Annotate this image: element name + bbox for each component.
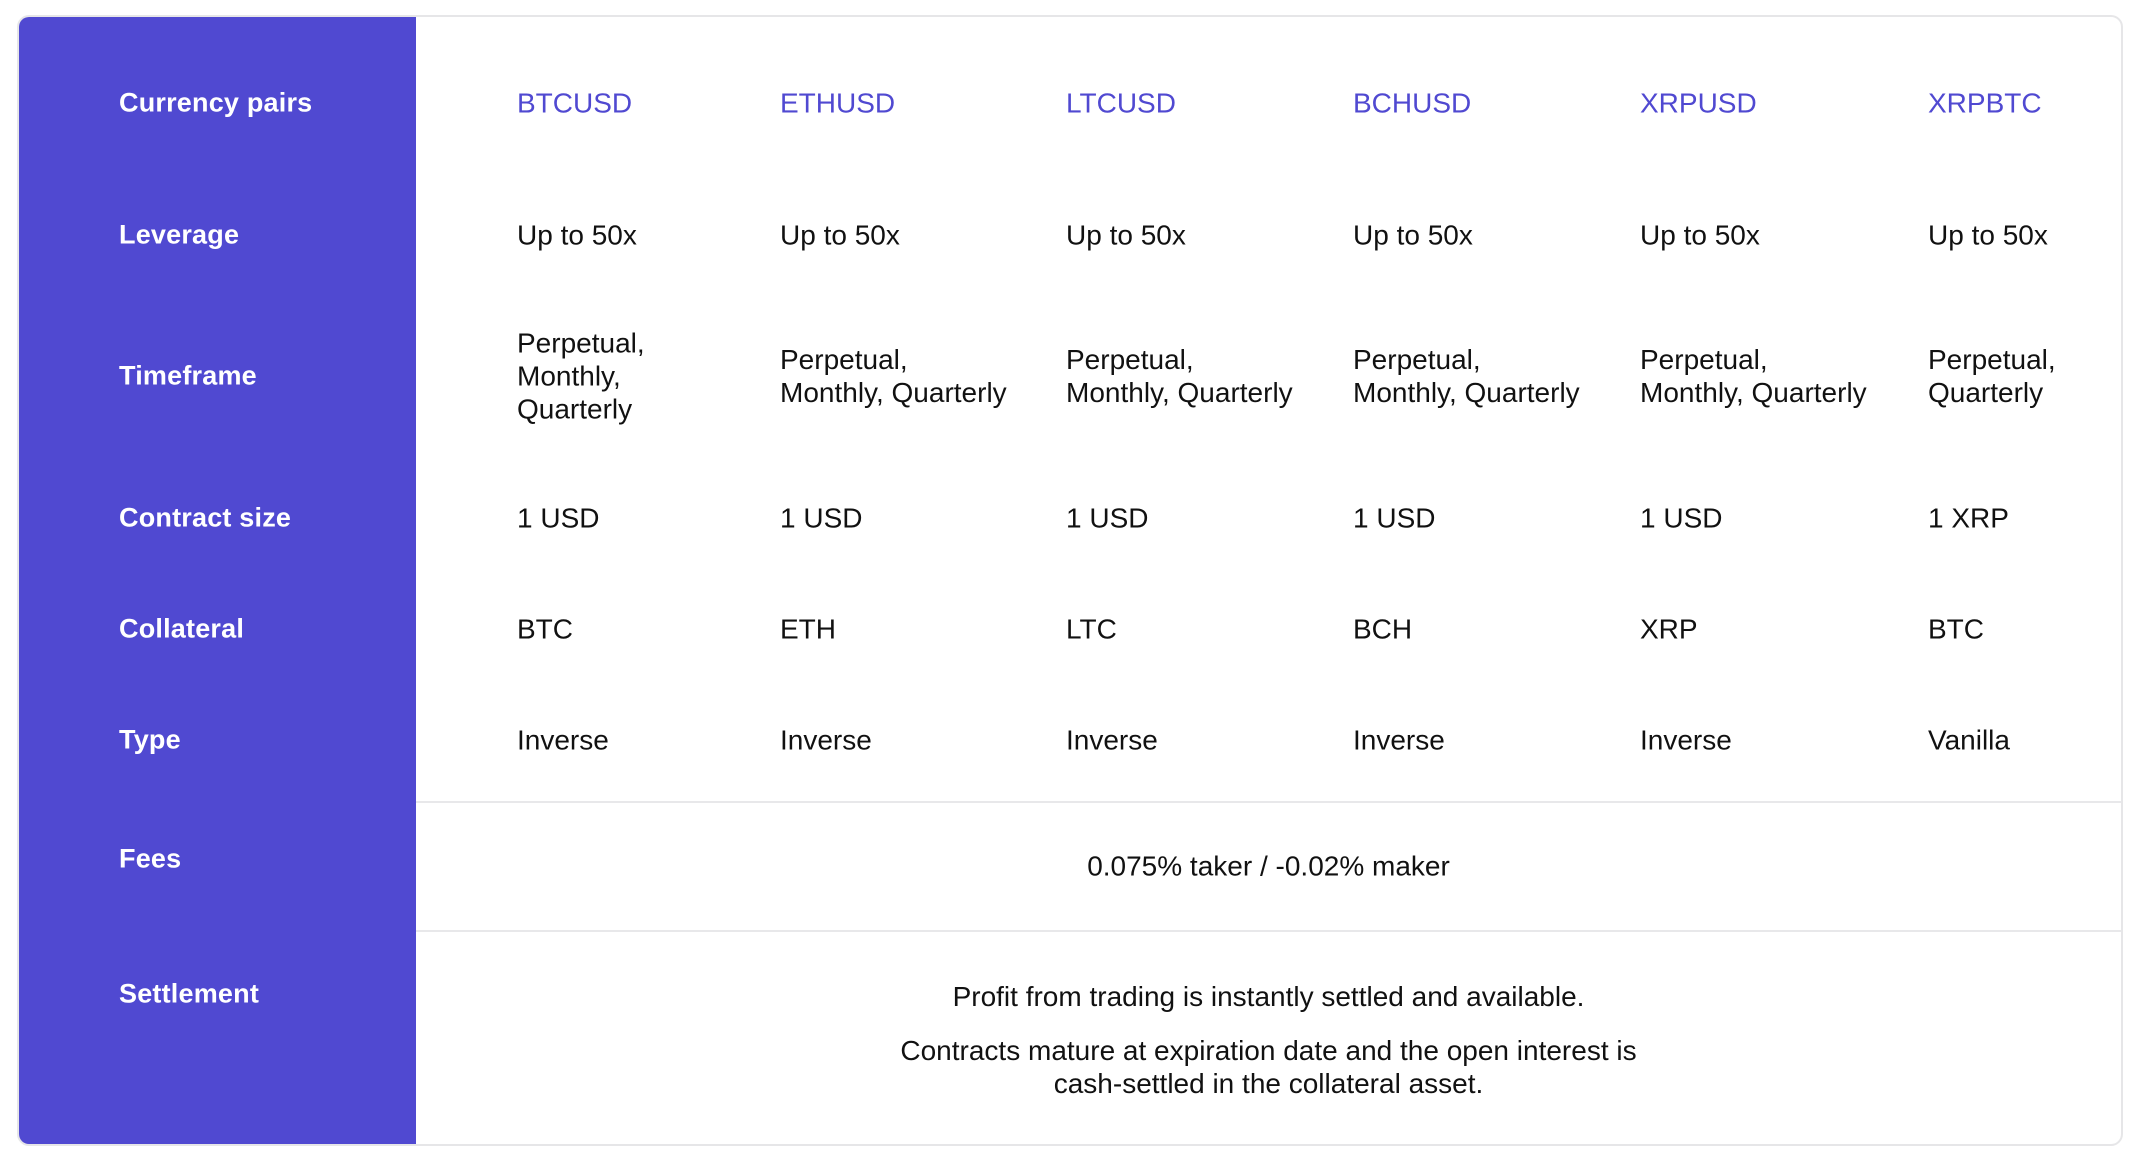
timeframe-line: Perpetual, — [1928, 344, 2056, 375]
row-divider — [416, 930, 2121, 932]
timeframe-line: Perpetual, — [1066, 344, 1194, 375]
collateral-value: LTC — [1066, 613, 1117, 645]
label-leverage: Leverage — [119, 219, 240, 250]
label-type: Type — [119, 724, 181, 755]
label-settlement: Settlement — [119, 978, 260, 1009]
type-value: Inverse — [1640, 724, 1732, 756]
timeframe-line: Perpetual, — [1640, 344, 1768, 375]
contract-size-value: 1 USD — [1353, 502, 1436, 534]
type-value: Vanilla — [1928, 724, 2010, 756]
collateral-value: BCH — [1353, 613, 1413, 645]
row-label-sidebar: Currency pairs Leverage Timeframe Contra… — [19, 17, 416, 1144]
contract-size-value: 1 USD — [1640, 502, 1723, 534]
timeframe-line: Quarterly — [1928, 377, 2044, 408]
timeframe-line: Perpetual, — [780, 344, 908, 375]
timeframe-line: Perpetual, — [517, 327, 645, 359]
timeframe-value: Perpetual, Monthly, Quarterly — [1353, 343, 1580, 409]
timeframe-line: Monthly, Quarterly — [1640, 377, 1867, 408]
label-timeframe: Timeframe — [119, 360, 257, 391]
collateral-value: BTC — [517, 613, 573, 645]
timeframe-line: Monthly, Quarterly — [1066, 377, 1293, 408]
leverage-value: Up to 50x — [1640, 219, 1760, 251]
label-collateral: Collateral — [119, 613, 245, 644]
leverage-value: Up to 50x — [780, 219, 900, 251]
currency-pair-link[interactable]: XRPBTC — [1928, 87, 2042, 120]
currency-pair-link[interactable]: LTCUSD — [1066, 87, 1176, 120]
settlement-line-2: Contracts mature at expiration date and … — [900, 1035, 1637, 1099]
label-contract-size: Contract size — [119, 502, 292, 533]
leverage-value: Up to 50x — [1353, 219, 1473, 251]
type-value: Inverse — [1066, 724, 1158, 756]
timeframe-line: Monthly, Quarterly — [1353, 377, 1580, 408]
leverage-value: Up to 50x — [517, 219, 637, 251]
timeframe-value: Perpetual, Monthly, Quarterly — [780, 343, 1007, 409]
fees-value: 0.075% taker / -0.02% maker — [1087, 850, 1450, 882]
label-currency-pairs: Currency pairs — [119, 87, 313, 118]
timeframe-value: Perpetual, Monthly, Quarterly — [517, 327, 645, 426]
timeframe-line: Monthly, — [517, 360, 621, 392]
type-value: Inverse — [517, 724, 609, 756]
currency-pair-link[interactable]: BCHUSD — [1353, 87, 1471, 120]
currency-pair-link[interactable]: ETHUSD — [780, 87, 895, 120]
contract-specs-table: Currency pairs Leverage Timeframe Contra… — [17, 15, 2123, 1146]
leverage-value: Up to 50x — [1066, 219, 1186, 251]
leverage-value: Up to 50x — [1928, 219, 2048, 251]
label-fees: Fees — [119, 843, 182, 874]
type-value: Inverse — [1353, 724, 1445, 756]
timeframe-value: Perpetual, Monthly, Quarterly — [1066, 343, 1293, 409]
contract-size-value: 1 USD — [780, 502, 863, 534]
timeframe-value: Perpetual, Monthly, Quarterly — [1640, 343, 1867, 409]
timeframe-line: Monthly, Quarterly — [780, 377, 1007, 408]
timeframe-line: Perpetual, — [1353, 344, 1481, 375]
settlement-value: Profit from trading is instantly settled… — [416, 980, 2121, 1100]
collateral-value: XRP — [1640, 613, 1698, 645]
contract-size-value: 1 USD — [517, 502, 600, 534]
row-divider — [416, 801, 2121, 803]
timeframe-line: Quarterly — [517, 393, 633, 425]
currency-pair-link[interactable]: XRPUSD — [1640, 87, 1757, 120]
collateral-value: ETH — [780, 613, 836, 645]
collateral-value: BTC — [1928, 613, 1984, 645]
contract-size-value: 1 XRP — [1928, 502, 2009, 534]
contract-size-value: 1 USD — [1066, 502, 1149, 534]
type-value: Inverse — [780, 724, 872, 756]
timeframe-value: Perpetual, Quarterly — [1928, 343, 2056, 409]
currency-pair-link[interactable]: BTCUSD — [517, 87, 632, 120]
settlement-line-1: Profit from trading is instantly settled… — [952, 981, 1585, 1012]
